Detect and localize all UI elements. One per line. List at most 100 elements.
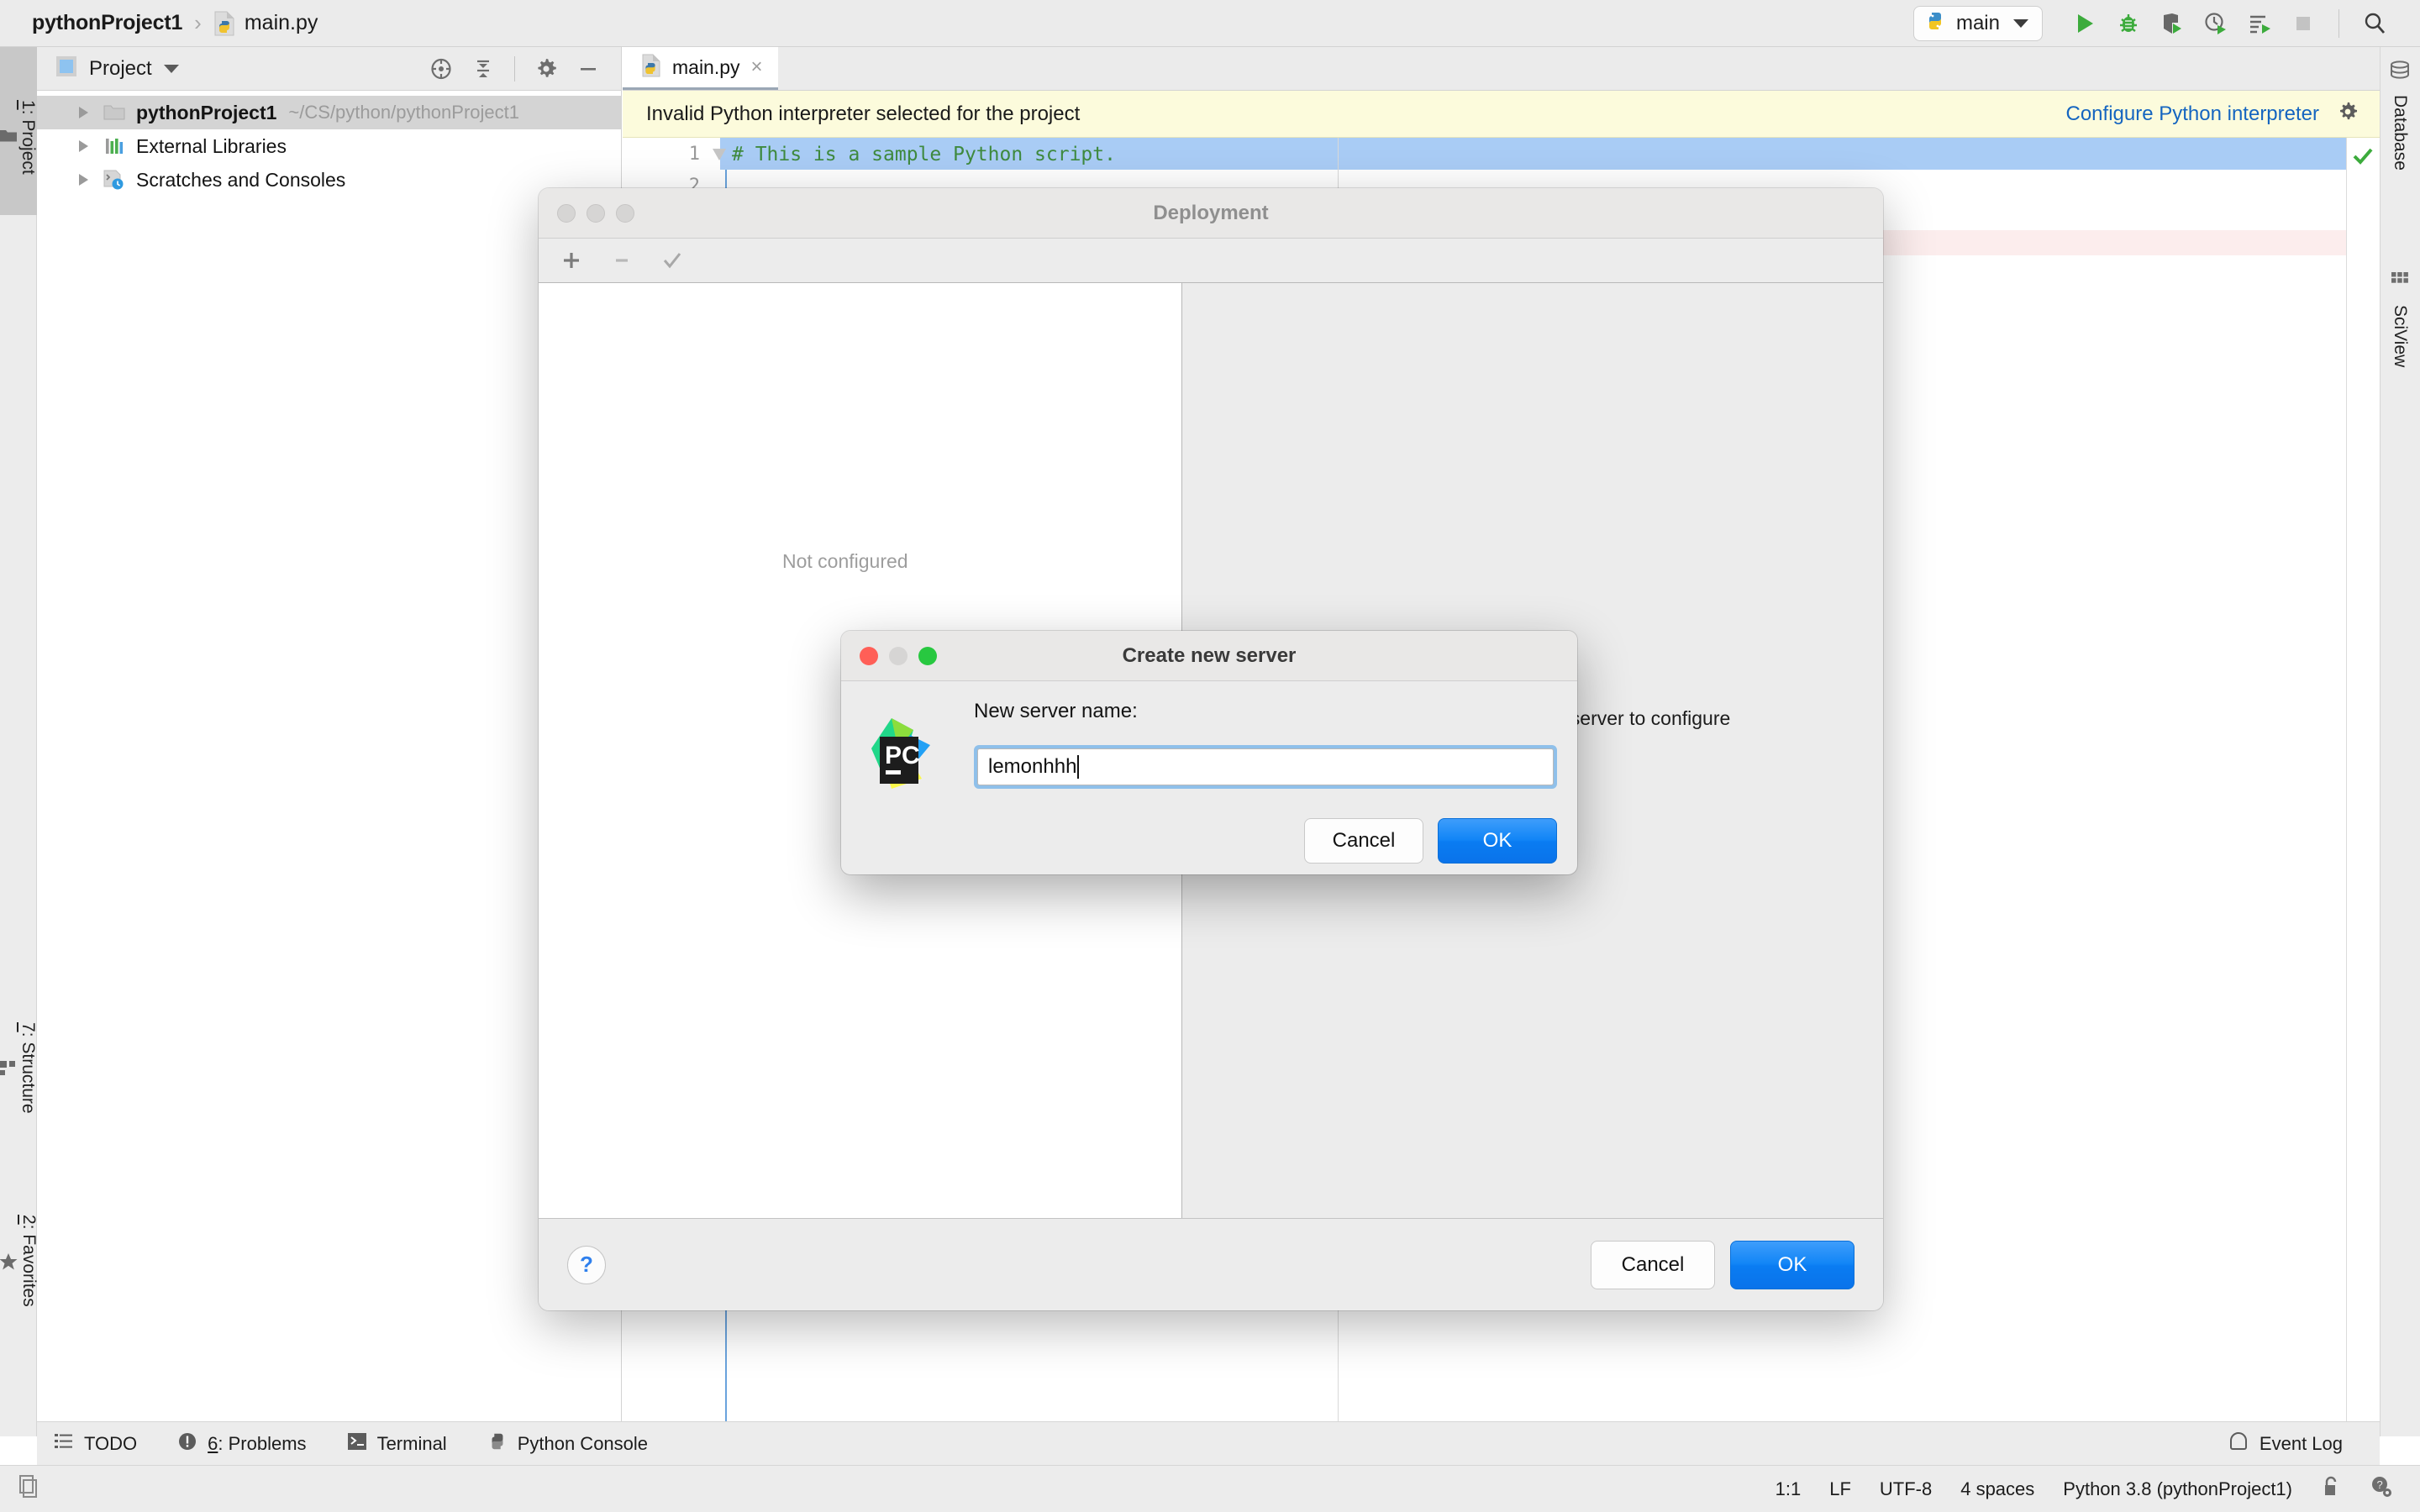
breadcrumb-project[interactable]: pythonProject1 bbox=[32, 11, 182, 35]
code-line-text: # This is a sample Python script. bbox=[732, 144, 1116, 165]
expand-arrow-icon[interactable] bbox=[79, 174, 88, 186]
create-server-title-bar[interactable]: Create new server bbox=[841, 631, 1577, 681]
expand-arrow-icon[interactable] bbox=[79, 107, 88, 118]
tool-window-python-console[interactable]: Python Console bbox=[487, 1431, 648, 1456]
memory-indicator-icon[interactable] bbox=[17, 1473, 42, 1504]
top-toolbar: pythonProject1 › main.py main bbox=[0, 0, 2420, 47]
tool-window-problems-label: 6: Problems bbox=[208, 1432, 307, 1454]
star-icon bbox=[0, 1252, 18, 1272]
structure-icon bbox=[0, 1059, 18, 1076]
create-server-cancel-button[interactable]: Cancel bbox=[1304, 818, 1423, 864]
sidebar-item-project[interactable]: 1: Project bbox=[0, 47, 38, 215]
deployment-footer-buttons: Cancel OK bbox=[1591, 1240, 1854, 1289]
folder-icon bbox=[0, 128, 18, 143]
status-bar-left bbox=[0, 1473, 42, 1504]
project-panel-header: Project bbox=[37, 47, 621, 91]
sidebar-item-sciview-label: SciView bbox=[2391, 305, 2410, 368]
checkmark-ok-icon[interactable] bbox=[2349, 143, 2376, 170]
tool-window-bar: TODO 6: Problems Terminal Python Console bbox=[37, 1421, 2380, 1465]
run-configuration-selector[interactable]: main bbox=[1912, 5, 2043, 41]
help-gear-icon[interactable]: ? bbox=[2370, 1475, 2393, 1503]
banner-actions: Configure Python interpreter bbox=[2066, 100, 2381, 128]
tree-item-label: Scratches and Consoles bbox=[136, 168, 346, 191]
run-button[interactable] bbox=[2063, 5, 2107, 42]
deployment-ok-button[interactable]: OK bbox=[1730, 1240, 1854, 1289]
deployment-toolbar bbox=[539, 239, 1883, 282]
configure-interpreter-link[interactable]: Configure Python interpreter bbox=[2066, 102, 2320, 126]
tree-item-pythonproject1[interactable]: pythonProject1 ~/CS/python/pythonProject… bbox=[37, 96, 621, 129]
code-fold-marker[interactable] bbox=[713, 149, 726, 160]
editor-tab-label: main.py bbox=[672, 55, 740, 78]
breadcrumb: pythonProject1 › main.py bbox=[0, 10, 318, 36]
folder-icon bbox=[103, 101, 126, 124]
new-server-name-input[interactable]: lemonhhh bbox=[977, 748, 1554, 785]
expand-arrow-icon[interactable] bbox=[79, 140, 88, 152]
status-caret-position[interactable]: 1:1 bbox=[1776, 1478, 1802, 1500]
run-with-profiler-button[interactable] bbox=[2238, 5, 2281, 42]
left-tool-stripe: 1: Project 7: Structure 2: Favorites bbox=[0, 47, 39, 1436]
status-line-separator[interactable]: LF bbox=[1829, 1478, 1851, 1500]
sidebar-item-structure-label: 7: Structure bbox=[18, 1021, 38, 1114]
new-server-name-focus-ring: lemonhhh bbox=[974, 745, 1557, 789]
interpreter-warning-banner: Invalid Python interpreter selected for … bbox=[623, 91, 2380, 138]
create-server-dialog-title: Create new server bbox=[1122, 643, 1297, 667]
tool-window-python-console-label: Python Console bbox=[517, 1432, 649, 1454]
create-server-ok-button[interactable]: OK bbox=[1438, 818, 1557, 864]
remove-server-button[interactable] bbox=[602, 243, 641, 278]
run-with-coverage-button[interactable] bbox=[2150, 5, 2194, 42]
svg-text:?: ? bbox=[2377, 1478, 2383, 1491]
breadcrumb-separator: › bbox=[194, 10, 202, 35]
error-circle-icon bbox=[177, 1431, 197, 1456]
tool-window-problems[interactable]: 6: Problems bbox=[177, 1431, 307, 1456]
scratches-icon bbox=[103, 168, 126, 192]
target-icon[interactable] bbox=[422, 50, 460, 87]
status-encoding[interactable]: UTF-8 bbox=[1880, 1478, 1932, 1500]
tool-window-todo[interactable]: TODO bbox=[54, 1432, 137, 1455]
breadcrumb-file[interactable]: main.py bbox=[245, 11, 318, 35]
new-server-name-label: New server name: bbox=[974, 700, 1138, 722]
deployment-footer: ? Cancel OK bbox=[539, 1218, 1883, 1310]
svg-text:PC: PC bbox=[885, 742, 920, 769]
event-log-icon bbox=[2228, 1431, 2249, 1457]
run-configuration-label: main bbox=[1955, 11, 2000, 34]
status-interpreter[interactable]: Python 3.8 (pythonProject1) bbox=[2063, 1478, 2292, 1500]
tab-main-py[interactable]: main.py × bbox=[623, 47, 778, 90]
create-server-fields: New server name: lemonhhh bbox=[954, 700, 1557, 800]
profile-button[interactable] bbox=[2194, 5, 2238, 42]
python-icon bbox=[1924, 10, 1946, 36]
close-icon[interactable]: × bbox=[751, 57, 763, 77]
minus-icon[interactable] bbox=[569, 50, 608, 87]
question-mark-icon[interactable]: ? bbox=[567, 1245, 606, 1284]
toolbar-actions: main bbox=[1912, 5, 2420, 42]
stop-button[interactable] bbox=[2281, 5, 2325, 42]
tree-item-scratches-and-consoles[interactable]: Scratches and Consoles bbox=[37, 163, 621, 197]
sidebar-item-favorites-label: 2: Favorites bbox=[19, 1215, 39, 1307]
unlocked-icon[interactable] bbox=[2321, 1475, 2341, 1503]
project-panel-title: Project bbox=[89, 56, 152, 80]
sidebar-item-structure[interactable]: 7: Structure bbox=[0, 971, 38, 1156]
status-bar-right: 1:1 LF UTF-8 4 spaces Python 3.8 (python… bbox=[1776, 1475, 2420, 1503]
sidebar-item-database[interactable]: Database bbox=[2380, 60, 2420, 254]
create-server-buttons: Cancel OK bbox=[841, 800, 1577, 864]
tool-window-terminal-label: Terminal bbox=[376, 1432, 447, 1454]
chevron-down-icon[interactable] bbox=[163, 64, 179, 73]
event-log-button[interactable]: Event Log bbox=[2228, 1431, 2380, 1457]
event-log-label: Event Log bbox=[2259, 1432, 2343, 1454]
debug-button[interactable] bbox=[2107, 5, 2150, 42]
add-server-button[interactable] bbox=[552, 243, 591, 278]
gear-icon[interactable] bbox=[527, 50, 566, 87]
status-indent[interactable]: 4 spaces bbox=[1960, 1478, 2034, 1500]
tree-item-external-libraries[interactable]: External Libraries bbox=[37, 129, 621, 163]
search-icon[interactable] bbox=[2353, 5, 2396, 42]
set-default-button[interactable] bbox=[653, 243, 692, 278]
collapse-all-icon[interactable] bbox=[464, 50, 502, 87]
sidebar-item-project-label: 1: Project bbox=[18, 99, 38, 175]
deployment-title-bar[interactable]: Deployment bbox=[539, 188, 1883, 239]
tool-window-terminal[interactable]: Terminal bbox=[347, 1432, 447, 1455]
list-icon bbox=[54, 1432, 74, 1455]
deployment-cancel-button[interactable]: Cancel bbox=[1591, 1240, 1715, 1289]
error-stripe-gutter[interactable] bbox=[2346, 138, 2380, 1436]
gear-icon[interactable] bbox=[2336, 100, 2360, 128]
sidebar-item-sciview[interactable]: SciView bbox=[2380, 270, 2420, 455]
sidebar-item-favorites[interactable]: 2: Favorites bbox=[0, 1164, 39, 1349]
